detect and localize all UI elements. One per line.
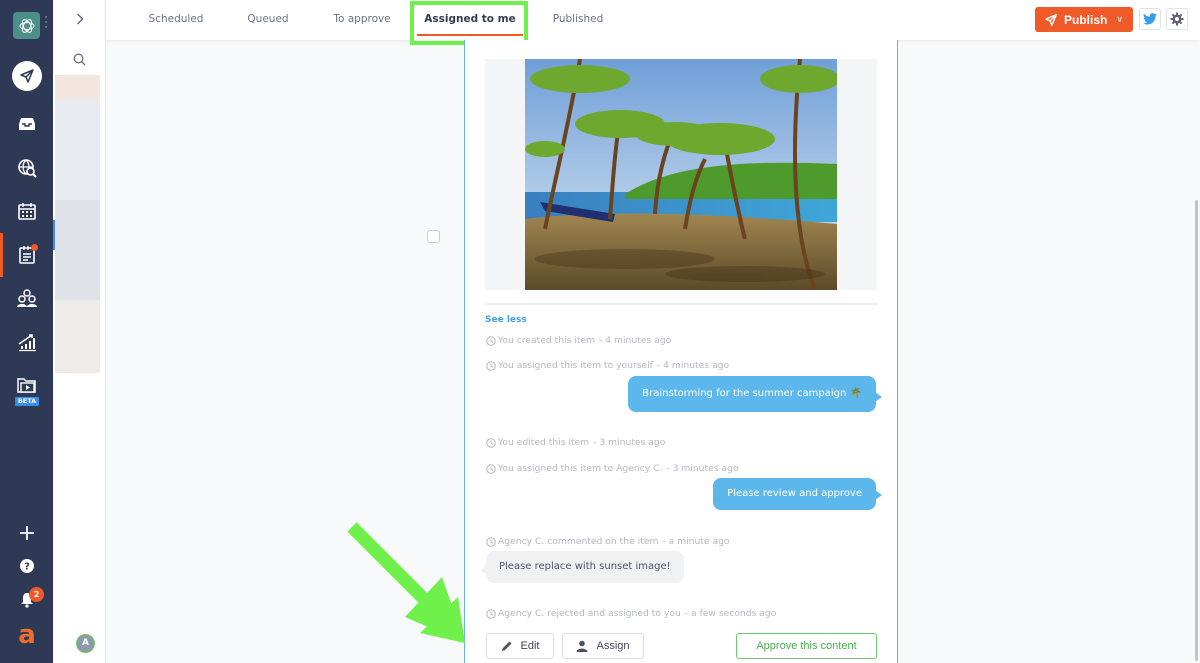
tab-scheduled[interactable]: Scheduled <box>136 0 216 40</box>
activity-text: You created this item <box>498 335 596 346</box>
activity-time: - 3 minutes ago <box>590 437 666 448</box>
workspace-menu-icon[interactable]: · · · <box>44 14 48 33</box>
comment-bubble-incoming: Please replace with sunset image! <box>481 551 684 583</box>
workspace-logo[interactable] <box>13 12 40 39</box>
notifications-button[interactable] <box>0 583 53 617</box>
activity-time: - 3 minutes ago <box>663 463 739 474</box>
expand-panel-button[interactable] <box>53 8 106 30</box>
paper-plane-icon <box>1045 13 1057 26</box>
help-button[interactable]: ? <box>0 549 53 583</box>
assign-label: Assign <box>596 640 630 652</box>
help-icon: ? <box>19 559 34 573</box>
see-less-link[interactable]: See less <box>485 315 527 325</box>
nav-inbox[interactable] <box>0 107 53 141</box>
activity-log-entry: Agency C. commented on the item - a minu… <box>486 536 730 547</box>
main-nav-rail: · · · BETA ? 2 a <box>0 0 53 663</box>
brand-logo: a <box>18 620 36 650</box>
comment-bubble-outgoing: Brainstorming for the summer campaign 🌴 <box>628 376 882 412</box>
activity-log-entry: You assigned this item to Agency C. - 3 … <box>486 463 739 474</box>
clock-icon <box>486 536 496 547</box>
activity-log-entry: You edited this item - 3 minutes ago <box>486 437 665 448</box>
chart-trend-icon <box>18 334 36 352</box>
clock-icon <box>486 437 496 448</box>
svg-text:?: ? <box>24 562 30 573</box>
activity-log-entry: You created this item - 4 minutes ago <box>486 335 671 346</box>
user-avatar[interactable]: A <box>76 634 95 653</box>
activity-time: - a minute ago <box>659 536 730 547</box>
clock-icon <box>486 608 496 619</box>
activity-text: Agency C. commented on the item <box>498 536 659 547</box>
collapsed-item-selected[interactable] <box>55 200 100 300</box>
search-icon <box>73 53 86 65</box>
collapsed-item[interactable] <box>55 100 100 200</box>
section-divider <box>485 303 877 305</box>
user-icon <box>576 640 588 652</box>
activity-log-entry: You assigned this item to yourself - 4 m… <box>486 360 729 371</box>
selection-indicator <box>53 220 55 250</box>
tab-to-approve[interactable]: To approve <box>324 0 400 40</box>
chevron-right-icon <box>76 13 83 25</box>
activity-time: - 4 minutes ago <box>596 335 672 346</box>
chevron-down-icon: ∨ <box>1116 14 1123 24</box>
edit-button[interactable]: Edit <box>486 633 554 659</box>
activity-log-entry: Agency C. rejected and assigned to you -… <box>486 608 776 619</box>
nav-content[interactable] <box>0 238 53 272</box>
clock-icon <box>486 335 496 346</box>
top-bar: Scheduled Queued To approve Assigned to … <box>106 0 1200 45</box>
publish-label: Publish <box>1064 12 1108 27</box>
clock-icon <box>486 463 496 474</box>
nav-listening[interactable] <box>0 151 53 185</box>
inbox-tray-icon <box>18 118 35 130</box>
add-button[interactable] <box>0 516 53 550</box>
search-button[interactable] <box>53 48 106 70</box>
clock-icon <box>486 360 496 371</box>
post-image-beach-palms[interactable] <box>525 59 837 290</box>
tab-queued[interactable]: Queued <box>233 0 303 40</box>
tab-published[interactable]: Published <box>540 0 616 40</box>
publish-button[interactable]: Publish ∨ <box>1035 7 1133 32</box>
post-image-container <box>485 59 877 290</box>
activity-time: - a few seconds ago <box>681 608 777 619</box>
calendar-icon <box>17 203 36 220</box>
page-scrollbar[interactable] <box>1195 200 1198 661</box>
activity-text: You assigned this item to Agency C. <box>498 463 663 474</box>
globe-search-icon <box>17 159 37 178</box>
plus-icon <box>19 526 34 540</box>
gear-icon <box>1170 12 1184 26</box>
nav-calendar[interactable] <box>0 194 53 228</box>
secondary-panel <box>53 0 106 663</box>
paper-plane-icon <box>20 69 34 83</box>
activity-text: You assigned this item to yourself <box>498 360 653 371</box>
collapsed-item[interactable] <box>55 300 100 373</box>
approve-content-button[interactable]: Approve this content <box>736 633 877 659</box>
nav-compose[interactable] <box>12 61 42 91</box>
beta-badge: BETA <box>15 397 39 406</box>
assign-button[interactable]: Assign <box>562 633 644 659</box>
twitter-button[interactable] <box>1139 8 1161 30</box>
content-card: See less You created this item - 4 minut… <box>464 40 898 663</box>
activity-text: You edited this item <box>498 437 590 448</box>
nav-analytics[interactable] <box>0 325 53 359</box>
select-item-checkbox[interactable] <box>427 230 440 243</box>
notification-count-badge: 2 <box>29 587 44 602</box>
twitter-icon <box>1143 13 1157 25</box>
activity-time: - 4 minutes ago <box>653 360 730 371</box>
pencil-icon <box>501 641 512 651</box>
comment-bubble-outgoing: Please review and approve <box>713 478 882 510</box>
nav-team[interactable] <box>0 281 53 315</box>
settings-button[interactable] <box>1166 8 1188 30</box>
activity-text: Agency C. rejected and assigned to you <box>498 608 681 619</box>
people-icon <box>16 289 37 307</box>
leaf-logo-icon <box>19 18 34 33</box>
edit-label: Edit <box>520 640 540 652</box>
notification-dot <box>31 244 38 251</box>
video-folder-icon <box>16 378 36 393</box>
tab-assigned-to-me[interactable]: Assigned to me <box>417 0 523 40</box>
collapsed-item[interactable] <box>55 75 100 100</box>
